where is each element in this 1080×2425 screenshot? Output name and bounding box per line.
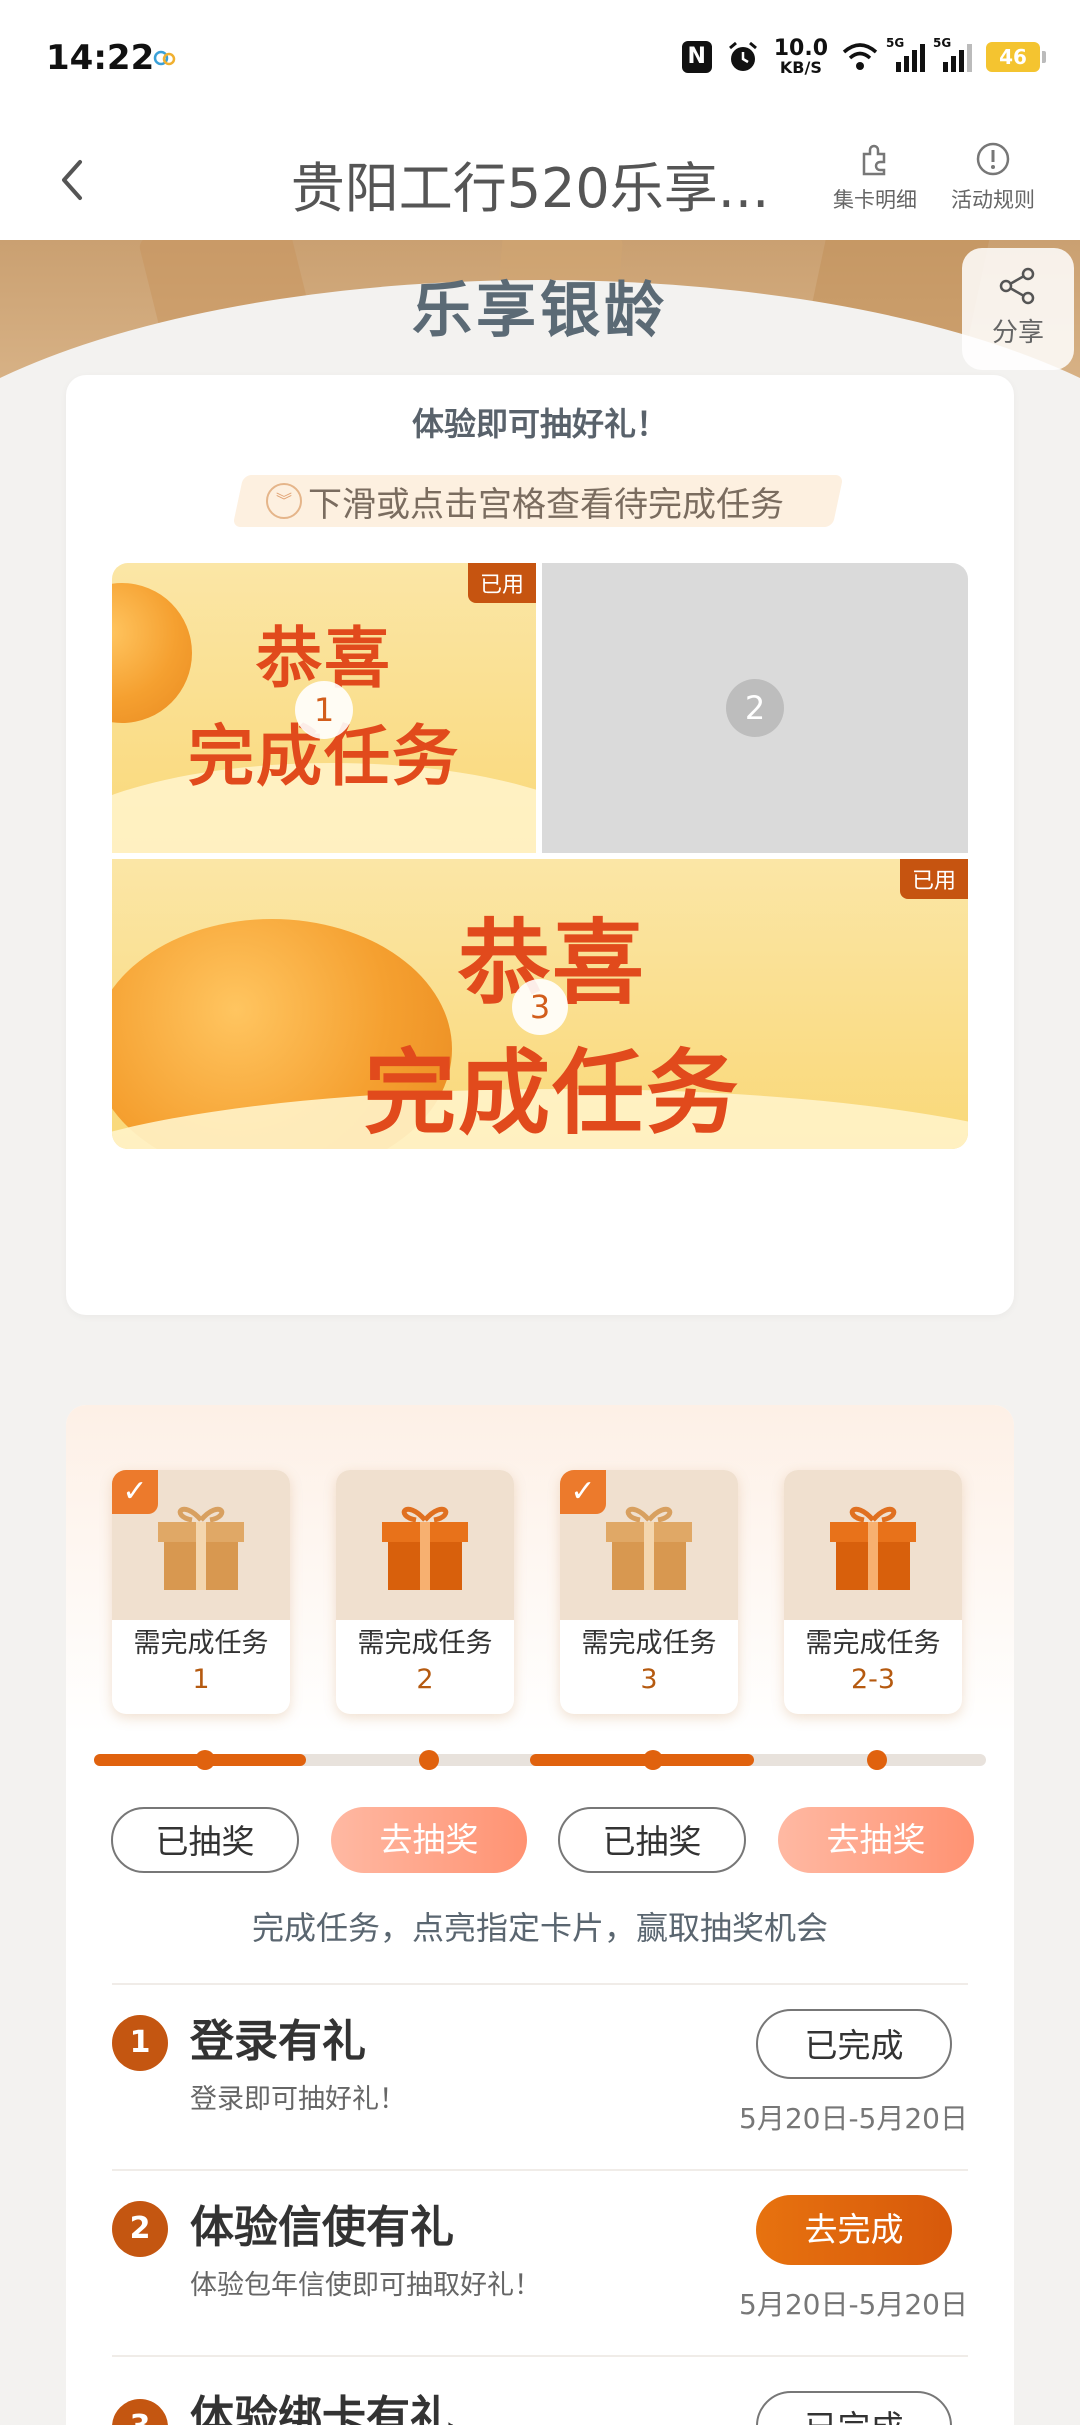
grid-tile-3[interactable]: 恭喜 完成任务 已用 3	[112, 859, 968, 1149]
back-arrow-icon[interactable]	[52, 150, 92, 210]
task-status-button[interactable]: 已完成	[756, 2009, 952, 2079]
lottery-card: 体验即可抽好礼！ ︾ 下滑或点击宫格查看待完成任务 恭喜 完成任务 已用 1 2…	[66, 375, 1014, 1315]
progress-dot	[643, 1750, 663, 1770]
gift-requirement: 需完成任务 3	[581, 1628, 717, 1695]
gift-box-icon	[830, 1506, 916, 1590]
gift-box-icon	[382, 1506, 468, 1590]
gift-card-2[interactable]: 需完成任务 2	[336, 1470, 514, 1714]
draw-button-4[interactable]: 去抽奖	[778, 1807, 974, 1873]
draw-button-2[interactable]: 去抽奖	[331, 1807, 527, 1873]
page-title: 贵阳工行520乐享...	[290, 157, 770, 220]
task-complete-button[interactable]: 去完成	[756, 2195, 952, 2265]
task-date: 5月20日-5月20日	[739, 2288, 968, 2321]
task-item-2: 2 体验信使有礼 体验包年信使即可抽取好礼！ 去完成 5月20日-5月20日	[112, 2171, 968, 2351]
task-number: 2	[112, 2201, 168, 2257]
task-title: 体验绑卡有礼	[190, 2392, 454, 2425]
gift-card-1[interactable]: ✓ 需完成任务 1	[112, 1470, 290, 1714]
network-speed: 10.0 KB/S	[773, 36, 828, 77]
banner-title: 乐享银龄	[412, 276, 668, 346]
gift-requirement: 需完成任务 2	[357, 1628, 493, 1695]
task-title: 体验信使有礼	[190, 2202, 454, 2253]
reward-card: ✓ 需完成任务 1 需完成任务 2 ✓ 需完成任务 3 需完成任务 2-3 已抽…	[66, 1405, 1014, 2425]
tile-number: 2	[726, 679, 784, 737]
gift-box-icon	[606, 1506, 692, 1590]
hint-text: 下滑或点击宫格查看待完成任务	[308, 484, 784, 525]
task-number: 1	[112, 2015, 168, 2071]
progress-dot	[419, 1750, 439, 1770]
task-subtitle: 登录即可抽好礼！	[190, 2084, 406, 2115]
checkmark-icon: ✓	[112, 1470, 158, 1514]
wifi-icon	[842, 43, 878, 70]
rules-label: 活动规则	[951, 188, 1035, 212]
status-bar: 14:22 N 10.0 KB/S 5G 5G 46	[0, 0, 1080, 120]
lottery-grid: 恭喜 完成任务 已用 1 2 恭喜 完成任务 已用 3	[112, 563, 968, 1149]
progress-dot	[867, 1750, 887, 1770]
rules-button[interactable]: 活动规则	[938, 140, 1048, 214]
tile-number: 3	[512, 979, 568, 1035]
gift-box-icon	[158, 1506, 244, 1590]
share-icon	[999, 267, 1035, 305]
draw-button-3[interactable]: 已抽奖	[558, 1807, 746, 1873]
grid-tile-1[interactable]: 恭喜 完成任务 已用 1	[112, 563, 536, 853]
share-label: 分享	[991, 318, 1044, 348]
task-date: 5月20日-5月20日	[739, 2102, 968, 2135]
cell-signal-icon-2: 5G	[933, 36, 972, 72]
gift-requirement: 需完成任务 2-3	[805, 1628, 941, 1695]
card-details-button[interactable]: 集卡明细	[820, 140, 930, 214]
puzzle-icon	[862, 144, 886, 176]
progress-dot	[195, 1750, 215, 1770]
used-tag: 已用	[467, 563, 536, 603]
task-subtitle: 体验包年信使即可抽取好礼！	[190, 2270, 541, 2301]
grid-tile-2[interactable]: 2	[542, 563, 968, 853]
nav-bar: 贵阳工行520乐享... 集卡明细 活动规则	[0, 120, 1080, 240]
share-button[interactable]: 分享	[962, 248, 1074, 370]
weather-cloud-icon	[153, 50, 176, 66]
scroll-hint[interactable]: ︾ 下滑或点击宫格查看待完成任务	[266, 477, 826, 525]
double-chevron-down-icon: ︾	[266, 483, 302, 519]
status-time: 14:22	[46, 38, 155, 78]
lottery-heading: 体验即可抽好礼！	[411, 405, 668, 443]
task-item-1: 1 登录有礼 登录即可抽好礼！ 已完成 5月20日-5月20日	[112, 1985, 968, 2165]
gift-card-4[interactable]: 需完成任务 2-3	[784, 1470, 962, 1714]
info-icon	[976, 142, 1010, 176]
reward-caption: 完成任务，点亮指定卡片，赢取抽奖机会	[251, 1909, 828, 1947]
gift-requirement: 需完成任务 1	[133, 1628, 269, 1695]
card-details-label: 集卡明细	[833, 188, 917, 212]
task-number: 3	[112, 2399, 168, 2425]
used-tag: 已用	[899, 859, 968, 899]
alarm-icon	[728, 41, 757, 71]
progress-track	[94, 1750, 986, 1770]
draw-button-1[interactable]: 已抽奖	[111, 1807, 299, 1873]
nfc-icon: N	[681, 41, 712, 73]
gift-card-3[interactable]: ✓ 需完成任务 3	[560, 1470, 738, 1714]
checkmark-icon: ✓	[560, 1470, 606, 1514]
task-title: 登录有礼	[190, 2016, 366, 2067]
tile-complete-text: 完成任务	[363, 1040, 740, 1147]
task-item-3: 3 体验绑卡有礼 已完成	[112, 2357, 968, 2425]
cell-signal-icon: 5G	[886, 36, 925, 72]
tile-number: 1	[295, 681, 353, 739]
battery-icon: 46	[986, 42, 1046, 72]
task-status-button[interactable]: 已完成	[756, 2391, 952, 2425]
